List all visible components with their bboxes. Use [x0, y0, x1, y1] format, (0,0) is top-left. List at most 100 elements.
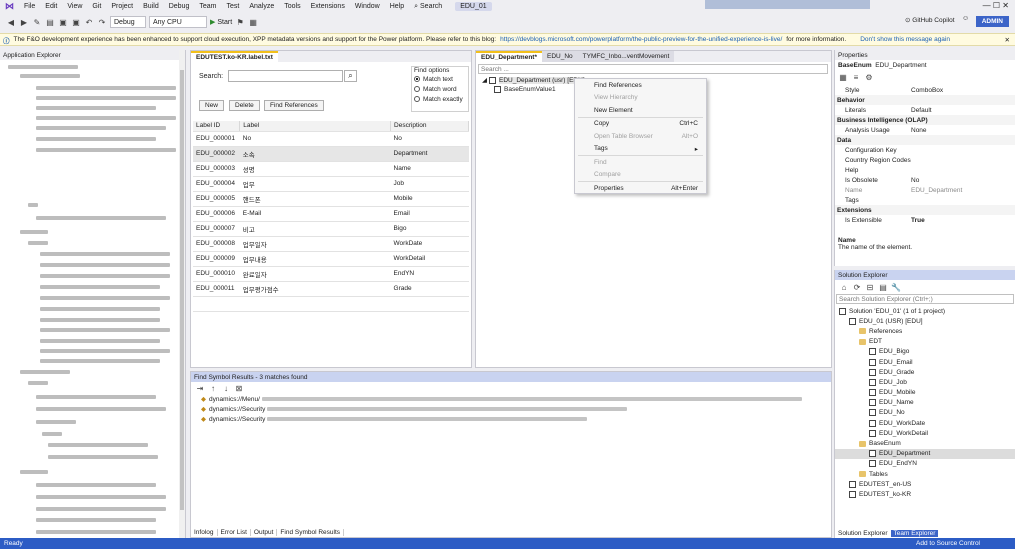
menu-analyze[interactable]: Analyze — [244, 3, 279, 10]
alphabetical-icon[interactable]: ≡ — [851, 72, 861, 82]
table-row[interactable]: EDU_000004 업무 Job — [193, 176, 469, 192]
prop-category[interactable]: Business Intelligence (OLAP) — [835, 115, 1015, 125]
table-cell[interactable]: EDU_000004 — [193, 176, 240, 192]
table-cell[interactable]: EDU_000006 — [193, 206, 240, 222]
tree-item[interactable] — [36, 495, 166, 499]
feedback-icon[interactable]: ☺ — [962, 15, 969, 22]
table-cell[interactable]: No — [239, 131, 391, 147]
table-row[interactable]: EDU_000005 핸드폰 Mobile — [193, 191, 469, 207]
tab-find-symbol-results[interactable]: Find Symbol Results — [277, 528, 345, 536]
tree-item[interactable] — [28, 241, 48, 245]
clear-icon[interactable]: ⊠ — [234, 383, 244, 393]
table-cell[interactable]: Name — [390, 161, 469, 177]
prop-row[interactable]: Is Extensible True — [835, 215, 1015, 225]
table-row[interactable]: EDU_000007 비고 Bigo — [193, 221, 469, 237]
menu-extensions[interactable]: Extensions — [306, 3, 350, 10]
table-cell[interactable]: 핸드폰 — [239, 191, 391, 207]
tree-item[interactable] — [28, 203, 38, 207]
layout-icon[interactable]: ▦ — [248, 17, 258, 27]
column-header[interactable]: Label — [239, 121, 392, 132]
solution-item[interactable]: EDU_Department — [835, 448, 1015, 459]
tree-item[interactable] — [20, 230, 48, 234]
table-cell[interactable]: EDU_000010 — [193, 266, 240, 282]
tree-item[interactable] — [36, 116, 176, 120]
option-match-exactly[interactable]: Match exactly — [412, 94, 468, 104]
tree-item[interactable] — [20, 370, 70, 374]
table-cell[interactable]: EDU_000003 — [193, 161, 240, 177]
collapse-icon[interactable]: ◢ — [482, 76, 487, 84]
table-cell[interactable]: 업무평가점수 — [239, 281, 391, 297]
tree-item[interactable] — [48, 455, 158, 459]
radio-icon[interactable] — [414, 96, 420, 102]
table-row[interactable]: EDU_000006 E-Mail Email — [193, 206, 469, 222]
solution-item[interactable]: EDT — [835, 337, 1015, 347]
table-cell[interactable]: 완료일자 — [239, 266, 391, 282]
tab-output[interactable]: Output — [251, 528, 278, 536]
open-icon[interactable]: ▤ — [45, 17, 55, 27]
radio-icon[interactable] — [414, 86, 420, 92]
tree-item[interactable] — [36, 420, 76, 424]
solution-item[interactable]: EDU_No — [835, 408, 1015, 418]
table-row[interactable]: EDU_000002 소속 Department — [193, 146, 469, 162]
window-controls[interactable]: — ☐ ✕ — [983, 1, 1009, 10]
prop-row[interactable]: Country Region Codes — [835, 155, 1015, 165]
table-cell[interactable]: EDU_000007 — [193, 221, 240, 237]
tree-root-node[interactable]: ◢ EDU_Department (usr) [EDU] — [482, 76, 585, 84]
config-select[interactable]: Debug — [110, 16, 146, 28]
delete-button[interactable]: Delete — [229, 100, 260, 111]
tree-item[interactable] — [8, 65, 78, 69]
tree-item[interactable] — [28, 381, 48, 385]
search-menu[interactable]: ⌕ Search — [409, 3, 447, 11]
tab-solution-explorer[interactable]: Solution Explorer — [835, 529, 891, 537]
menu-build[interactable]: Build — [138, 3, 164, 10]
table-row-empty[interactable] — [193, 296, 469, 312]
tree-item[interactable] — [36, 106, 156, 110]
table-cell[interactable]: 업무 — [239, 176, 391, 192]
tree-item[interactable] — [40, 263, 170, 267]
table-cell[interactable]: 업무일자 — [239, 236, 391, 252]
info-link[interactable]: https://devblogs.microsoft.com/powerplat… — [500, 36, 782, 43]
solution-item[interactable]: EDU_Email — [835, 357, 1015, 367]
prop-row[interactable]: Name EDU_Department — [835, 185, 1015, 195]
tree-item[interactable] — [36, 148, 176, 152]
solution-item[interactable]: EDU_Bigo — [835, 347, 1015, 357]
table-row[interactable]: EDU_000008 업무일자 WorkDate — [193, 236, 469, 252]
table-cell[interactable]: EDU_000011 — [193, 281, 240, 297]
tree-item[interactable] — [36, 126, 166, 130]
menu-file[interactable]: File — [19, 3, 40, 10]
prop-row[interactable]: Analysis Usage None — [835, 125, 1015, 135]
table-cell[interactable]: WorkDate — [390, 236, 469, 252]
tree-child-node[interactable]: BaseEnumValue1 — [494, 86, 556, 93]
column-header[interactable]: Label ID — [193, 121, 241, 132]
prev-icon[interactable]: ↑ — [208, 383, 218, 393]
solution-item[interactable]: EDU_WorkDetail — [835, 428, 1015, 438]
tree-item[interactable] — [40, 328, 170, 332]
prop-row[interactable]: Literals Default — [835, 105, 1015, 115]
tree-item[interactable] — [36, 395, 156, 399]
table-cell[interactable]: Email — [390, 206, 469, 222]
tree-item[interactable] — [42, 432, 62, 436]
prop-category[interactable]: Extensions — [835, 205, 1015, 215]
menu-debug[interactable]: Debug — [164, 3, 195, 10]
start-button[interactable]: ▶ Start — [210, 18, 232, 27]
table-row[interactable]: EDU_000009 업무내용 WorkDetail — [193, 251, 469, 267]
solution-item[interactable]: EDU_EndYN — [835, 459, 1015, 469]
tab-designer-2[interactable]: TYMFC_Inbo...ventMovement — [577, 51, 675, 62]
sync-icon[interactable]: ⟳ — [852, 282, 862, 292]
solution-search-input[interactable] — [836, 294, 1014, 304]
ctx-new-element[interactable]: New Element — [575, 104, 706, 117]
ctx-open-table-browser[interactable]: Open Table Browser Alt+O — [575, 130, 706, 143]
tree-item[interactable] — [40, 318, 160, 322]
tree-item[interactable] — [36, 216, 166, 220]
app-explorer-tree[interactable] — [0, 60, 185, 534]
tree-item[interactable] — [20, 470, 48, 474]
property-pages-icon[interactable]: ⚙ — [864, 72, 874, 82]
forward-icon[interactable]: ▶ — [19, 17, 29, 27]
new-project-icon[interactable]: ✎ — [32, 17, 42, 27]
tree-item[interactable] — [36, 86, 176, 90]
solution-item[interactable]: EDU_Grade — [835, 367, 1015, 377]
menu-tools[interactable]: Tools — [279, 3, 305, 10]
app-explorer-scrollbar[interactable] — [179, 50, 185, 538]
solution-item[interactable]: Solution 'EDU_01' (1 of 1 project) — [835, 306, 1015, 316]
tree-item[interactable] — [40, 252, 170, 256]
